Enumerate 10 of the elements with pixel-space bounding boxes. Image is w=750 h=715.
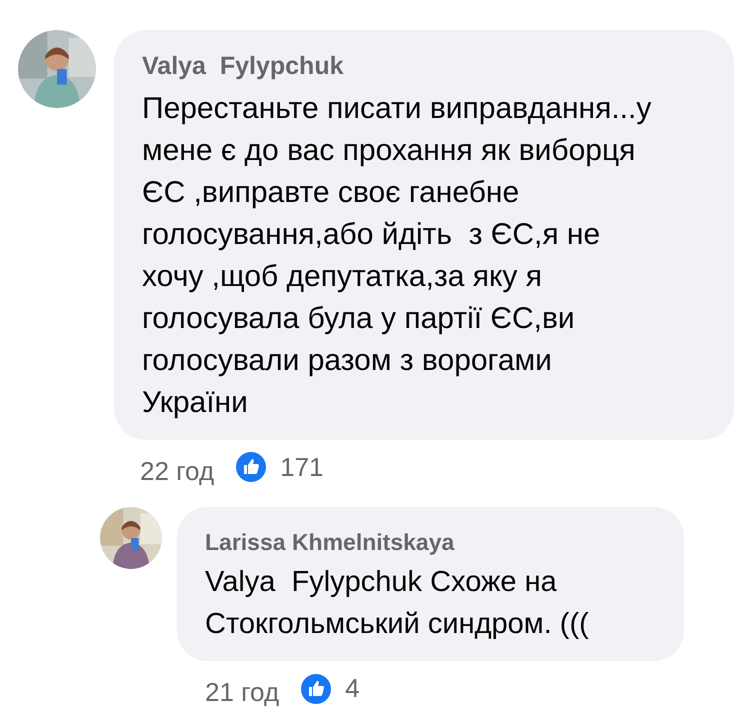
like-icon: [301, 674, 332, 704]
like-icon: [236, 452, 266, 482]
timestamp[interactable]: 21 год: [205, 673, 280, 712]
author-name[interactable]: Valya Fylypchuk: [142, 48, 344, 86]
author-name[interactable]: Larissa Khmelnitskaya: [205, 524, 454, 559]
timestamp[interactable]: 22 год: [140, 452, 214, 490]
comment-text: Перестаньте писати виправдання...у мене є до вас прохання як виборця ЄС ,виправте своє ганебне голосування,або йдіть з ЄС,я не хочу ,щоб депутатка,за яку я голосувала була у партії ЄС,ви голосували разом з ворогами України: [142, 90, 652, 420]
reaction-count[interactable]: 4: [345, 669, 360, 708]
comment-text: Valya Fylypchuk Схоже на Стокгольмський синдром. (((: [205, 565, 590, 642]
reaction-count[interactable]: 171: [280, 448, 324, 486]
